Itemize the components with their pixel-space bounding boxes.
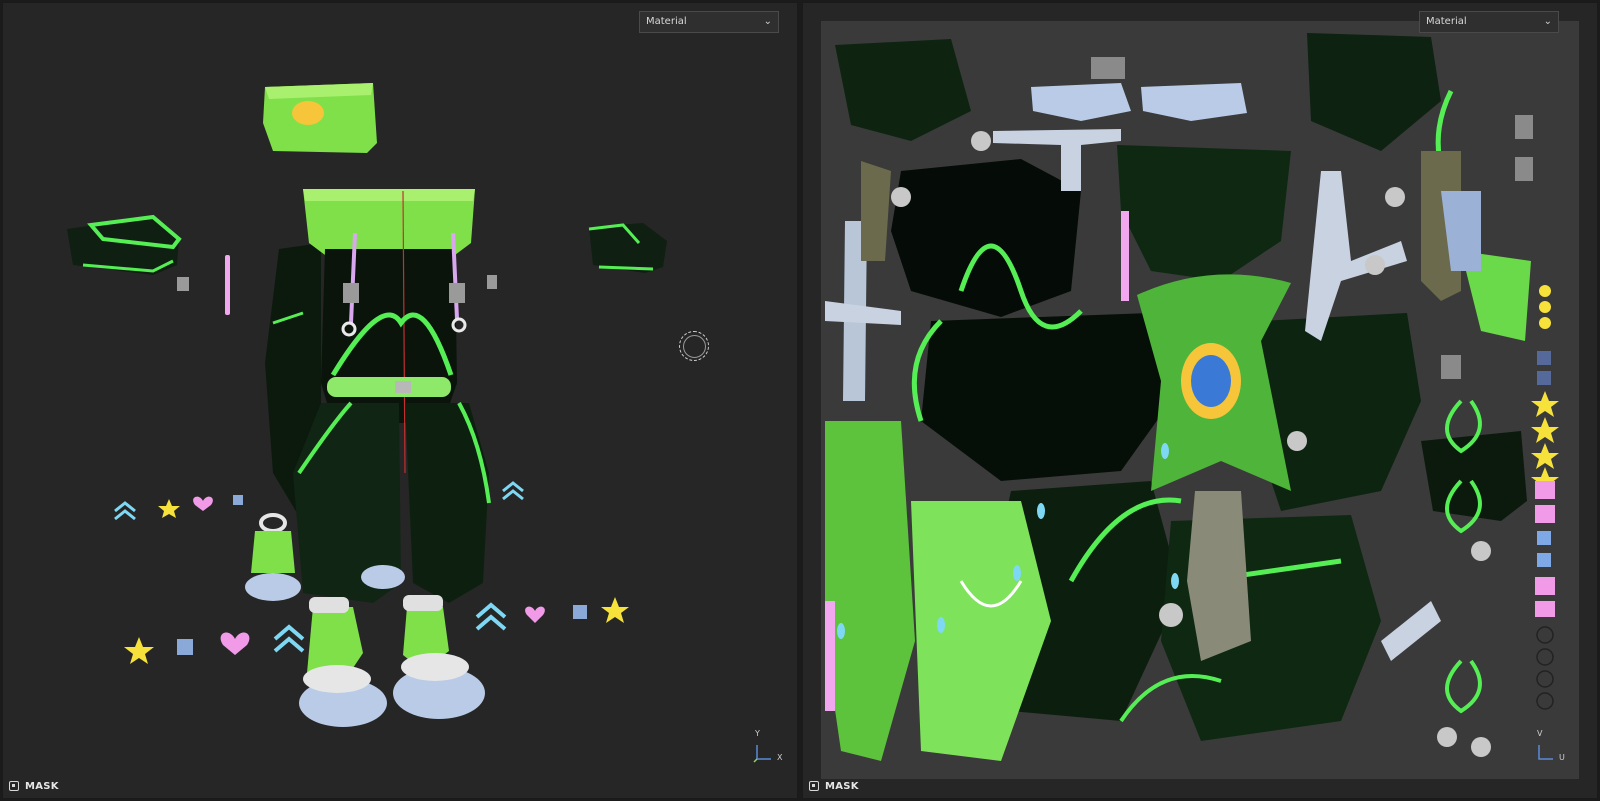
axis-label-u: U bbox=[1559, 753, 1565, 762]
viewport-uv[interactable]: Material ⌄ V U MASK bbox=[802, 2, 1598, 799]
mask-checkbox-icon[interactable] bbox=[9, 781, 19, 791]
collar-piece bbox=[263, 83, 377, 153]
mask-toggle-3d[interactable]: MASK bbox=[3, 774, 797, 798]
axis-label-y: Y bbox=[755, 729, 760, 738]
mask-toggle-uv[interactable]: MASK bbox=[803, 774, 1597, 798]
pink-strap bbox=[225, 255, 230, 315]
chevron-down-icon: ⌄ bbox=[763, 16, 772, 27]
brush-cursor-icon bbox=[679, 331, 709, 361]
viewport-3d[interactable]: Material ⌄ Y X MASK bbox=[2, 2, 798, 799]
material-dropdown-3d[interactable]: Material ⌄ bbox=[639, 11, 779, 33]
uv-texture-canvas[interactable] bbox=[821, 21, 1579, 779]
axis-label-x: X bbox=[777, 753, 783, 762]
decals-row-bottom bbox=[124, 597, 629, 664]
axis-gizmo-icon bbox=[753, 745, 771, 763]
material-dropdown-label: Material bbox=[646, 16, 687, 27]
axis-label-v: V bbox=[1537, 729, 1543, 738]
app-root: Material ⌄ Y X MASK Material ⌄ V U MASK bbox=[0, 0, 1600, 801]
chevron-down-icon: ⌄ bbox=[1543, 16, 1552, 27]
right-sleeve bbox=[588, 223, 667, 273]
mask-label: MASK bbox=[825, 780, 859, 792]
mask-checkbox-icon[interactable] bbox=[809, 781, 819, 791]
model-3d-scene[interactable] bbox=[3, 3, 798, 799]
left-sleeve bbox=[67, 214, 182, 275]
uv-islands bbox=[825, 33, 1559, 761]
buckle-left bbox=[177, 277, 189, 291]
mask-label: MASK bbox=[25, 780, 59, 792]
material-dropdown-uv[interactable]: Material ⌄ bbox=[1419, 11, 1559, 33]
axis-gizmo-icon bbox=[1538, 745, 1553, 760]
shoes-front bbox=[299, 595, 485, 727]
buckle-right bbox=[487, 275, 497, 289]
material-dropdown-label: Material bbox=[1426, 16, 1467, 27]
